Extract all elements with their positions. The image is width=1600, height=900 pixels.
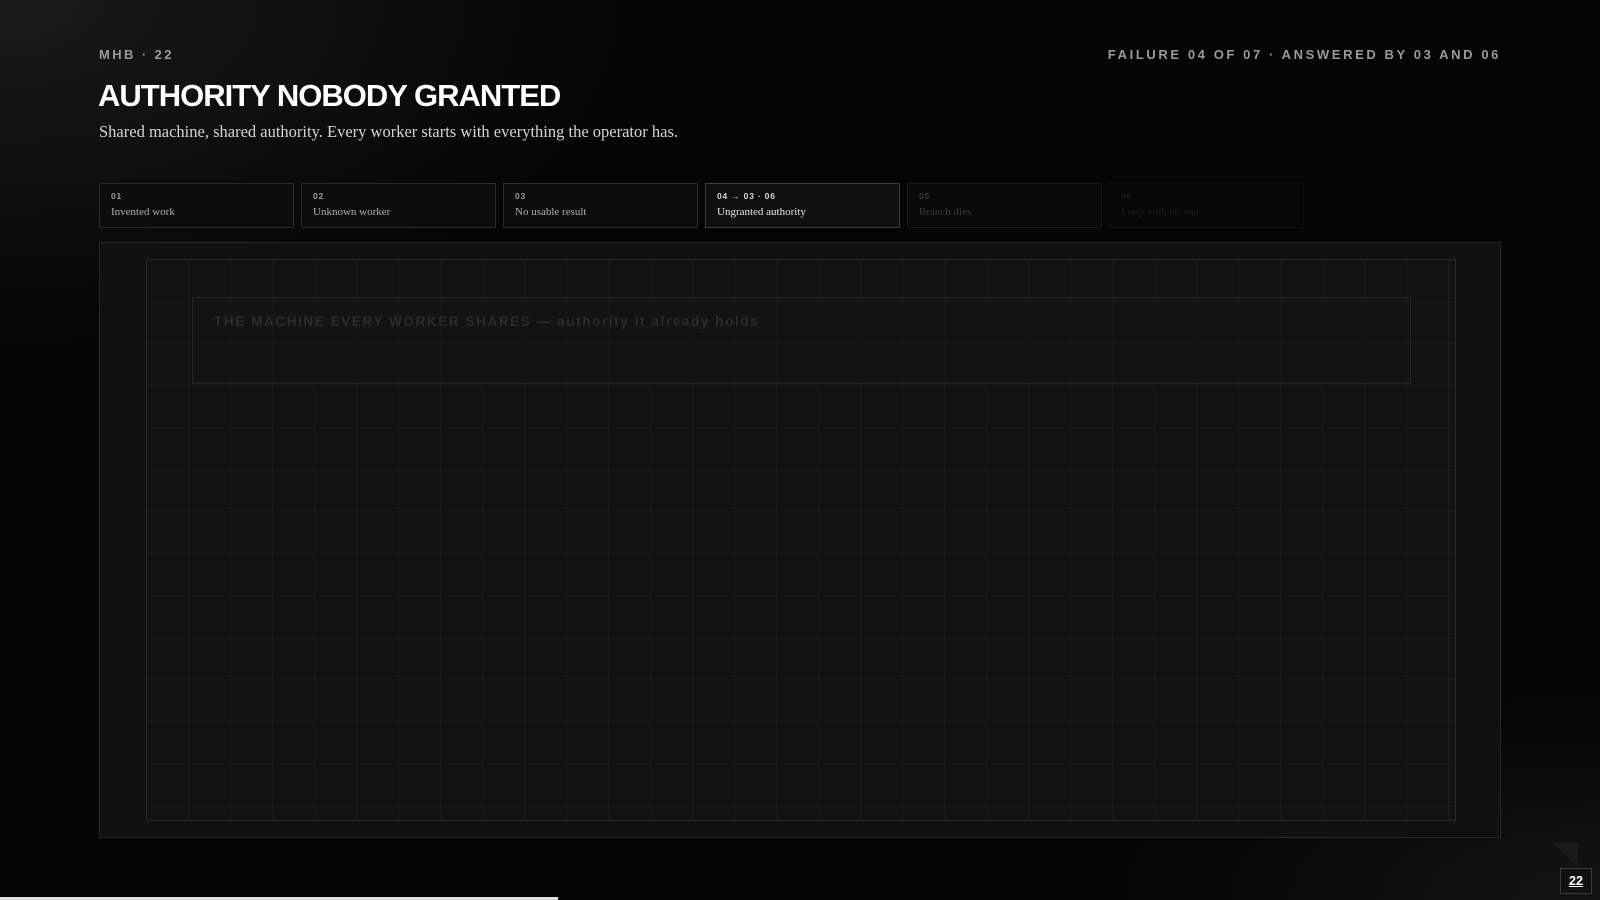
page-title: AUTHORITY NOBODY GRANTED [98, 78, 561, 113]
step-number: 02 [313, 191, 325, 201]
page-subtitle: Shared machine, shared authority. Every … [99, 122, 678, 141]
step-number: 04 → 03 · 06 [717, 191, 776, 201]
corner-fold-icon [1552, 842, 1578, 868]
step-number: 06 [1121, 191, 1133, 201]
step-label: No usable result [515, 206, 587, 218]
step-label: Loop with no end [1121, 206, 1199, 218]
kicker-left: MHB · 22 [99, 47, 174, 62]
step-number: 03 [515, 191, 527, 201]
step-label: Unknown worker [313, 206, 391, 218]
page-number-button[interactable]: 22 [1560, 868, 1592, 894]
step-02[interactable]: 02 Unknown worker [301, 183, 496, 228]
shared-machine-box: THE MACHINE EVERY WORKER SHARES — author… [192, 297, 1411, 384]
step-03[interactable]: 03 No usable result [503, 183, 698, 228]
grid-canvas: THE MACHINE EVERY WORKER SHARES — author… [146, 259, 1456, 821]
failure-steps: 01 Invented work 02 Unknown worker 03 No… [99, 183, 1304, 228]
step-04-current[interactable]: 04 → 03 · 06 Ungranted authority [705, 183, 900, 228]
step-number: 01 [111, 191, 123, 201]
step-label: Branch dies [919, 206, 972, 218]
diagram-stage: THE MACHINE EVERY WORKER SHARES — author… [99, 242, 1501, 838]
step-06[interactable]: 06 Loop with no end [1109, 183, 1304, 228]
kicker-right: FAILURE 04 OF 07 · ANSWERED BY 03 AND 06 [1107, 47, 1501, 62]
step-label: Invented work [111, 206, 175, 218]
shared-machine-label: THE MACHINE EVERY WORKER SHARES — author… [214, 314, 760, 329]
step-01[interactable]: 01 Invented work [99, 183, 294, 228]
step-05[interactable]: 05 Branch dies [907, 183, 1102, 228]
step-label: Ungranted authority [717, 206, 806, 218]
step-number: 05 [919, 191, 931, 201]
